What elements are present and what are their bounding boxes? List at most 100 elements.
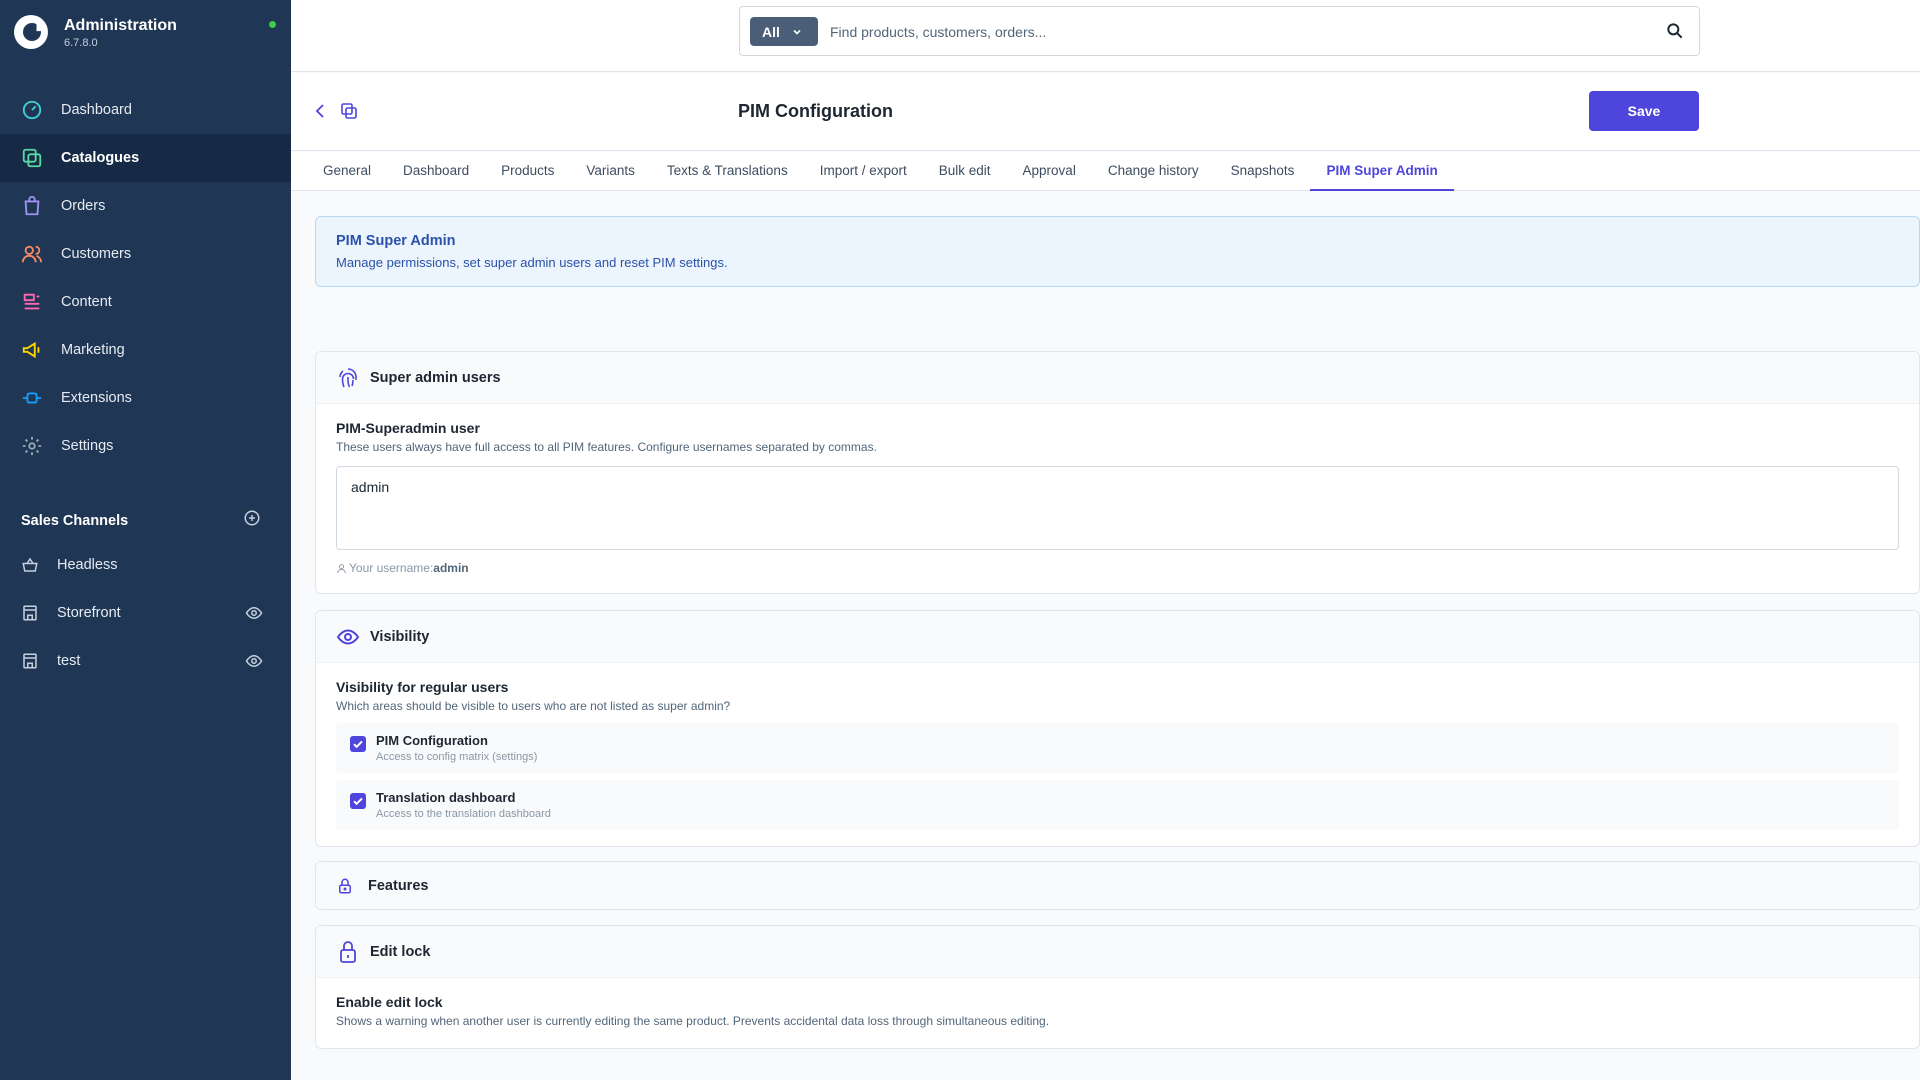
sales-channel-list: Headless Storefront test	[0, 541, 291, 685]
tab-variants[interactable]: Variants	[570, 152, 651, 191]
page-header: PIM Configuration Save	[291, 73, 1920, 151]
super-admin-card: Super admin users PIM-Superadmin user Th…	[315, 351, 1920, 594]
duplicate-icon[interactable]	[339, 101, 359, 121]
eye-icon[interactable]	[245, 652, 263, 670]
card-header: Super admin users	[316, 352, 1919, 404]
visibility-card: Visibility Visibility for regular users …	[315, 610, 1920, 847]
checkbox-checked[interactable]	[350, 736, 366, 752]
checkbox-description: Access to config matrix (settings)	[376, 751, 538, 763]
tab-change-history[interactable]: Change history	[1092, 152, 1215, 191]
eye-icon	[336, 628, 360, 645]
card-body: Visibility for regular users Which areas…	[316, 663, 1919, 846]
visibility-field-label: Visibility for regular users	[336, 679, 509, 695]
checkbox-row-pim-configuration[interactable]: PIM Configuration Access to config matri…	[336, 723, 1899, 773]
chevron-down-icon	[793, 29, 801, 35]
extensions-icon	[21, 387, 43, 409]
card-header: Features	[316, 862, 1919, 909]
lock-icon	[340, 940, 356, 963]
sales-channel-label: Headless	[57, 557, 118, 573]
card-title: Visibility	[370, 628, 430, 645]
edit-lock-card: Edit lock Enable edit lock Shows a warni…	[315, 925, 1920, 1049]
search-type-select[interactable]: All	[750, 17, 818, 46]
search-icon[interactable]	[1665, 21, 1685, 41]
nav-item-catalogues[interactable]: Catalogues	[0, 134, 291, 182]
nav-item-orders[interactable]: Orders	[0, 182, 291, 230]
sales-channel-item-headless[interactable]: Headless	[0, 541, 291, 589]
edit-lock-field-label: Enable edit lock	[336, 994, 443, 1010]
visibility-field-help: Which areas should be visible to users w…	[336, 699, 731, 713]
tab-approval[interactable]: Approval	[1007, 152, 1092, 191]
info-text: Manage permissions, set super admin user…	[336, 255, 728, 270]
sales-channels-header: Sales Channels	[21, 509, 261, 532]
checkbox-label: Translation dashboard	[376, 790, 516, 805]
checkbox-row-translation-dashboard[interactable]: Translation dashboard Access to the tran…	[336, 780, 1899, 830]
nav-item-settings[interactable]: Settings	[0, 422, 291, 470]
checkbox-text: PIM Configuration Access to config matri…	[376, 733, 537, 763]
superadmin-users-textarea[interactable]: admin	[336, 466, 1899, 550]
nav-label: Marketing	[61, 342, 125, 358]
chevron-left-icon[interactable]	[311, 101, 331, 121]
sales-channel-item-storefront[interactable]: Storefront	[0, 589, 291, 637]
card-header: Visibility	[316, 611, 1919, 663]
nav-item-marketing[interactable]: Marketing	[0, 326, 291, 374]
tab-general[interactable]: General	[307, 152, 387, 191]
info-alert: PIM Super Admin Manage permissions, set …	[315, 216, 1920, 287]
nav-label: Customers	[61, 246, 132, 262]
nav-item-dashboard[interactable]: Dashboard	[0, 86, 291, 134]
card-header: Edit lock	[316, 926, 1919, 978]
sales-channel-label: test	[57, 653, 81, 669]
customers-icon	[21, 243, 43, 265]
storefront-icon	[23, 653, 37, 669]
nav-item-content[interactable]: Content	[0, 278, 291, 326]
username-hint: Your username: admin	[336, 561, 1899, 575]
settings-icon	[21, 435, 43, 457]
info-title: PIM Super Admin	[336, 233, 456, 249]
add-sales-channel-icon[interactable]	[243, 509, 261, 532]
nav-label: Catalogues	[61, 150, 140, 166]
tab-import-export[interactable]: Import / export	[804, 152, 923, 191]
save-button[interactable]: Save	[1589, 91, 1699, 131]
content-icon	[21, 291, 43, 313]
marketing-icon	[21, 339, 43, 361]
global-search: All	[739, 6, 1700, 56]
tab-bulk-edit[interactable]: Bulk edit	[923, 152, 1007, 191]
card-body: PIM-Superadmin user These users always h…	[316, 404, 1919, 591]
app-title: Administration	[64, 17, 177, 34]
features-card[interactable]: Features	[315, 861, 1920, 910]
checkbox-description: Access to the translation dashboard	[376, 808, 551, 820]
shopware-logo-icon	[14, 15, 48, 49]
fingerprint-icon	[339, 367, 357, 387]
tab-snapshots[interactable]: Snapshots	[1215, 152, 1311, 191]
nav-label: Dashboard	[61, 102, 132, 118]
username-hint-prefix: Your username:	[349, 561, 434, 575]
storefront-icon	[23, 605, 37, 621]
app-version: 6.7.8.0	[64, 37, 98, 49]
dashboard-icon	[21, 99, 43, 121]
checkmark-icon	[353, 740, 363, 749]
brand[interactable]: Administration 6.7.8.0	[14, 15, 276, 55]
sales-channel-label: Storefront	[57, 605, 121, 621]
eye-icon[interactable]	[245, 604, 263, 622]
nav-item-extensions[interactable]: Extensions	[0, 374, 291, 422]
tab-texts-translations[interactable]: Texts & Translations	[651, 152, 804, 191]
checkbox-checked[interactable]	[350, 793, 366, 809]
sales-channel-item-test[interactable]: test	[0, 637, 291, 685]
user-icon	[337, 563, 346, 573]
username-hint-value: admin	[433, 561, 469, 575]
tab-pim-super-admin[interactable]: PIM Super Admin	[1310, 152, 1454, 191]
tab-products[interactable]: Products	[485, 152, 570, 191]
nav-item-customers[interactable]: Customers	[0, 230, 291, 278]
card-title: Features	[368, 877, 429, 894]
superadmin-field-label: PIM-Superadmin user	[336, 420, 480, 436]
main-nav: Dashboard Catalogues Orders Customers Co…	[0, 86, 291, 470]
card-title: Super admin users	[370, 369, 501, 386]
checkbox-text: Translation dashboard Access to the tran…	[376, 790, 551, 820]
edit-lock-field-help: Shows a warning when another user is cur…	[336, 1014, 1050, 1028]
card-title: Edit lock	[370, 943, 431, 960]
status-dot	[269, 21, 276, 28]
search-type-label: All	[762, 23, 780, 40]
superadmin-field-help: These users always have full access to a…	[336, 440, 877, 454]
tab-dashboard[interactable]: Dashboard	[387, 152, 485, 191]
sidebar: Administration 6.7.8.0 Dashboard Catalog…	[0, 0, 291, 1080]
search-input[interactable]	[830, 19, 1610, 45]
